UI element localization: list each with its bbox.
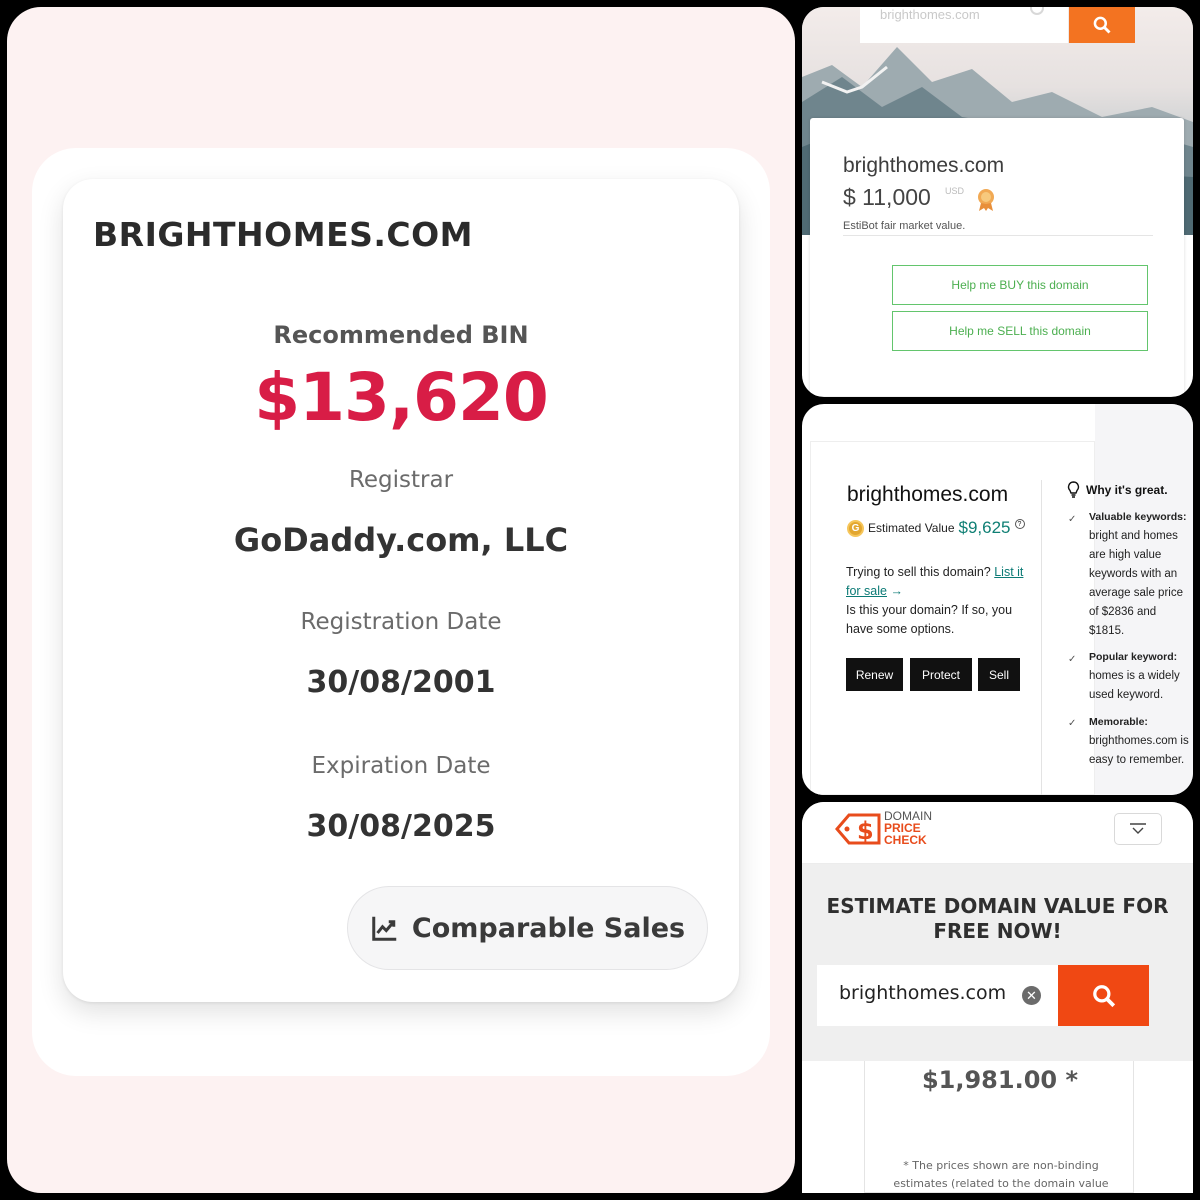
reason-text: homes is a widely used keyword. [1089, 670, 1180, 701]
sell-button[interactable]: Sell [978, 658, 1020, 691]
check-icon: ✓ [1068, 718, 1077, 729]
reason-item: Memorable: brighthomes.com is easy to re… [1089, 713, 1189, 770]
reason-item: Popular keyword: homes is a widely used … [1089, 648, 1189, 705]
registrar-label: Registrar [348, 467, 454, 493]
search-hero: ESTIMATE DOMAIN VALUE FOR FREE NOW! brig… [802, 864, 1193, 1061]
help-buy-button[interactable]: Help me BUY this domain [892, 265, 1148, 305]
domain-search-value: brighthomes.com [839, 982, 1007, 1004]
help-sell-button[interactable]: Help me SELL this domain [892, 311, 1148, 351]
appraisal-card: BRIGHTHOMES.COM Recommended BIN $13,620 … [63, 179, 739, 1002]
trending-chart-icon [372, 916, 397, 941]
own-domain-prompt: Is this your domain? If so, you have som… [846, 603, 1013, 636]
site-header: $ DOMAIN PRICE CHECK [802, 802, 1193, 864]
award-medal-icon [978, 189, 994, 211]
godaddy-panel: brighthomes.com G Estimated Value $9,625… [802, 404, 1193, 795]
estimated-value-label: Estimated Value [868, 521, 955, 535]
reason-text: bright and homes are high value keywords… [1089, 530, 1183, 637]
check-circle-icon [1030, 7, 1044, 15]
price-tag-logo-icon: $ [835, 813, 881, 845]
check-icon: ✓ [1068, 514, 1077, 525]
search-input-text: brighthomes.com [880, 7, 980, 22]
recommended-bin-price: $13,620 [254, 359, 549, 436]
estimated-price: $1,981.00 * [921, 1066, 1079, 1094]
why-great-heading: Why it's great. [1067, 481, 1168, 498]
estibot-result-card: brighthomes.com $ 11,000 USD EstiBot fai… [810, 118, 1184, 396]
registrar-value: GoDaddy.com, LLC [233, 521, 569, 559]
arrow-right-icon[interactable]: → [890, 584, 903, 598]
estimated-value-row: G Estimated Value $9,625 ? [847, 518, 1025, 538]
check-icon: ✓ [1068, 654, 1077, 665]
godaddy-coin-icon: G [847, 519, 864, 537]
domain-appraisal-panel: BRIGHTHOMES.COM Recommended BIN $13,620 … [7, 7, 795, 1193]
clear-input-icon[interactable]: ✕ [1022, 986, 1041, 1005]
domain-title: BRIGHTHOMES.COM [93, 215, 474, 254]
reason-title: Popular keyword: [1089, 651, 1178, 663]
chevron-down-icon [1130, 823, 1146, 834]
result-card: $1,981.00 * * The prices shown are non-b… [864, 1061, 1134, 1193]
site-logo-text: DOMAIN PRICE CHECK [884, 810, 932, 846]
reason-item: Valuable keywords: bright and homes are … [1089, 508, 1189, 641]
estibot-panel: brighthomes.com brighthomes.com $ 11,000… [802, 7, 1193, 397]
search-button[interactable] [1058, 965, 1149, 1026]
comparable-sales-label: Comparable Sales [411, 912, 686, 944]
lightbulb-icon [1067, 481, 1080, 498]
reason-title: Valuable keywords: [1089, 511, 1187, 523]
disclaimer-note: * The prices shown are non-binding estim… [893, 1159, 1109, 1190]
domain-price-check-panel: $ DOMAIN PRICE CHECK ESTIMATE DOMAIN VAL… [802, 802, 1193, 1193]
registration-date-label: Registration Date [300, 609, 502, 635]
logo-line-3: CHECK [884, 833, 927, 847]
svg-text:$: $ [857, 817, 874, 845]
help-icon[interactable]: ? [1014, 519, 1025, 529]
reason-title: Memorable: [1089, 716, 1148, 728]
estibot-subtitle: EstiBot fair market value. [843, 220, 966, 232]
currency-label: USD [945, 186, 965, 196]
estimated-value: $9,625 [958, 518, 1011, 537]
sell-prompt-text: Trying to sell this domain? [846, 565, 991, 579]
estibot-domain: brighthomes.com [843, 154, 1005, 177]
reason-text: brighthomes.com is easy to remember. [1089, 735, 1189, 766]
godaddy-domain: brighthomes.com [847, 483, 1009, 506]
menu-toggle-button[interactable] [1114, 813, 1162, 845]
column-divider [1041, 480, 1042, 795]
search-input[interactable]: brighthomes.com [860, 7, 1068, 43]
expiration-date-label: Expiration Date [311, 753, 491, 779]
why-great-title: Why it's great. [1086, 482, 1168, 497]
renew-button[interactable]: Renew [846, 658, 903, 691]
comparable-sales-button[interactable]: Comparable Sales [347, 886, 708, 970]
registration-date-value: 30/08/2001 [306, 665, 496, 700]
estibot-price: $ 11,000 [843, 184, 931, 210]
expiration-date-value: 30/08/2025 [306, 809, 496, 844]
search-icon [1092, 984, 1115, 1007]
search-button[interactable] [1069, 7, 1135, 43]
domain-search-input[interactable]: brighthomes.com ✕ [817, 965, 1058, 1026]
search-icon [1093, 16, 1111, 34]
divider [843, 235, 1153, 236]
protect-button[interactable]: Protect [910, 658, 972, 691]
recommended-bin-label: Recommended BIN [273, 321, 529, 349]
hero-headline: ESTIMATE DOMAIN VALUE FOR FREE NOW! [826, 894, 1169, 943]
sell-prompt: Trying to sell this domain? List it for … [846, 563, 1041, 601]
